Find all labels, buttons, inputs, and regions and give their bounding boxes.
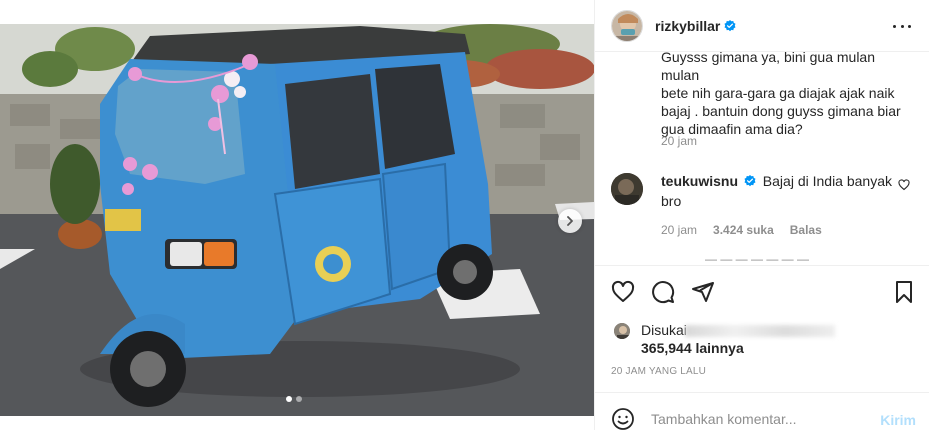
heart-icon[interactable] (611, 280, 635, 304)
caption-line: Guysss gimana ya, bini gua mulan mulan (661, 52, 875, 83)
emoji-icon[interactable] (611, 407, 635, 430)
more-options-icon (893, 24, 896, 28)
comment-icon[interactable] (651, 280, 675, 304)
comment-reply-button[interactable]: Balas (790, 223, 822, 237)
comments-scroll-area[interactable]: Guysss gimana ya, bini gua mulan mulan b… (595, 52, 929, 264)
liker-avatar[interactable] (613, 322, 631, 340)
liked-by-prefix: Disukai (641, 322, 687, 338)
bookmark-icon[interactable] (892, 280, 916, 304)
caption-line: bajaj . bantuin dong guyss gimana biar (661, 103, 901, 119)
post-sidebar: rizkybillar Guysss gimana ya, bini gua m… (594, 0, 929, 430)
verified-badge-icon (724, 19, 736, 31)
comment-like-count[interactable]: 3.424 suka (713, 223, 774, 237)
comment-timestamp[interactable]: 20 jam (661, 223, 697, 237)
chevron-right-icon (567, 216, 573, 226)
blurred-liker-name (684, 325, 835, 338)
post-comment-button[interactable]: Kirim (880, 412, 916, 428)
more-options-button[interactable] (893, 18, 911, 34)
liked-by-line: Disukai (641, 322, 835, 338)
post-photo[interactable] (0, 24, 594, 416)
post-time-ago[interactable]: 20 JAM YANG LALU (611, 366, 706, 377)
add-comment-bar: Kirim (595, 392, 929, 430)
post-caption: Guysss gimana ya, bini gua mulan mulan b… (661, 52, 916, 138)
comment-body: teukuwisnu Bajaj di India banyak bro (661, 171, 899, 211)
commenter-username[interactable]: teukuwisnu (661, 173, 738, 189)
carousel-dot-active (286, 396, 292, 402)
commenter-avatar[interactable] (611, 173, 643, 205)
caption-line: gua dimaafin ama dia? (661, 121, 803, 137)
carousel-dot (296, 396, 302, 402)
next-slide-button[interactable] (558, 209, 582, 233)
post-actions-bar (595, 265, 929, 317)
caption-timestamp[interactable]: 20 jam (661, 134, 697, 148)
caption-line: bete nih gara-gara ga diajak ajak naik (661, 85, 895, 101)
post-media[interactable] (0, 0, 594, 430)
post-header: rizkybillar (595, 0, 929, 52)
likes-count[interactable]: 365,944 lainnya (641, 340, 744, 356)
verified-badge-icon (744, 175, 756, 187)
carousel-indicator (286, 396, 302, 402)
share-icon[interactable] (691, 280, 715, 304)
comment-meta: 20 jam 3.424 suka Balas (661, 223, 822, 237)
comment-like-heart-icon[interactable] (898, 179, 910, 191)
author-avatar[interactable] (611, 9, 643, 42)
hidden-replies-indicator[interactable]: — — — — — — — (705, 255, 809, 264)
author-username[interactable]: rizkybillar (655, 18, 720, 34)
comment-input[interactable] (651, 407, 871, 430)
